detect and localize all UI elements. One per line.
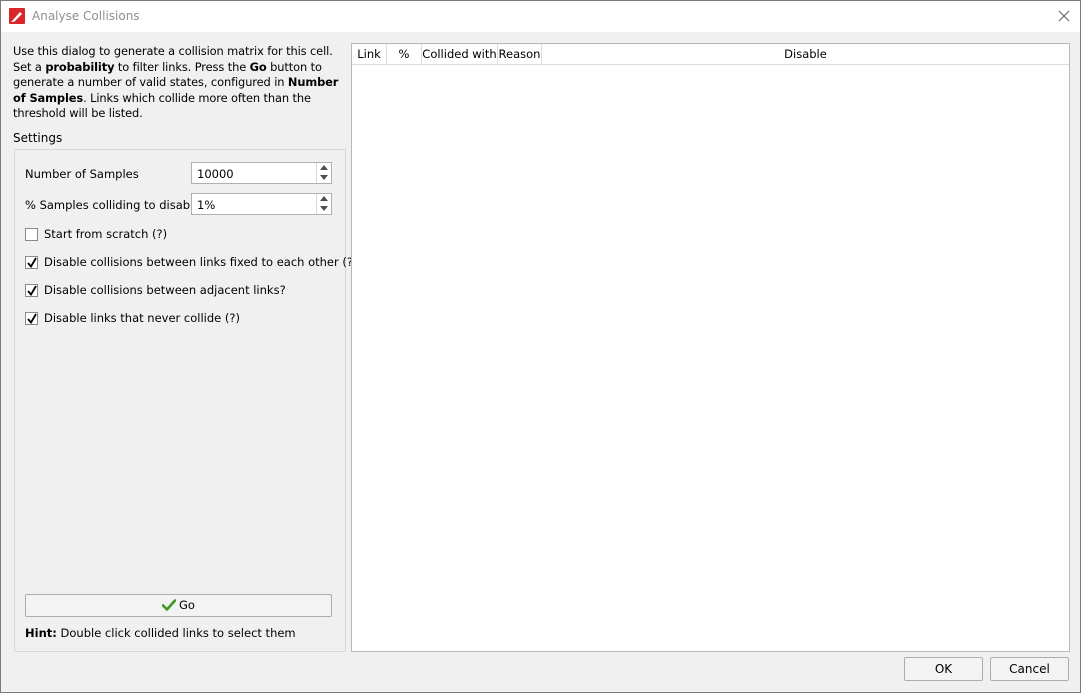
arrow-down-icon: [320, 206, 328, 211]
arrow-up-icon: [320, 165, 328, 170]
green-check-icon: [162, 599, 177, 611]
disable-never-collide-label: Disable links that never collide (?): [44, 311, 240, 325]
checkmark-icon: [27, 313, 37, 324]
column-header-reason[interactable]: Reason: [498, 44, 542, 64]
column-header-percent[interactable]: %: [387, 44, 422, 64]
number-of-samples-spinbox[interactable]: 10000: [191, 162, 332, 184]
column-header-collided-with[interactable]: Collided with: [422, 44, 498, 64]
window-title: Analyse Collisions: [32, 9, 140, 23]
arrow-up-icon: [320, 196, 328, 201]
percent-samples-value[interactable]: 1%: [197, 198, 215, 212]
close-icon: [1058, 10, 1070, 22]
go-button-content: Go: [26, 598, 331, 612]
go-button-label: Go: [179, 598, 195, 612]
close-button[interactable]: [1050, 1, 1080, 31]
disable-fixed-links-checkbox[interactable]: [25, 256, 38, 269]
column-header-link[interactable]: Link: [352, 44, 387, 64]
app-logo-icon: [9, 8, 25, 24]
number-of-samples-label: Number of Samples: [25, 167, 139, 181]
ok-button[interactable]: OK: [904, 657, 983, 681]
start-from-scratch-label: Start from scratch (?): [44, 227, 168, 241]
disable-never-collide-checkbox[interactable]: [25, 312, 38, 325]
cancel-button[interactable]: Cancel: [990, 657, 1069, 681]
spin-buttons: [316, 163, 331, 183]
spin-buttons: [316, 194, 331, 214]
arrow-down-icon: [320, 175, 328, 180]
percent-samples-spinbox[interactable]: 1%: [191, 193, 332, 215]
disable-adjacent-links-label: Disable collisions between adjacent link…: [44, 283, 286, 297]
hint-text: Hint: Double click collided links to sel…: [25, 626, 296, 640]
title-bar[interactable]: Analyse Collisions: [1, 1, 1080, 32]
disable-adjacent-links-checkbox[interactable]: [25, 284, 38, 297]
analyse-collisions-dialog: Analyse Collisions Use this dialog to ge…: [0, 0, 1081, 693]
spin-down-button[interactable]: [317, 204, 331, 214]
start-from-scratch-checkbox[interactable]: [25, 228, 38, 241]
settings-group: Number of Samples 10000 % Samples collid…: [14, 149, 357, 652]
checkmark-icon: [27, 285, 37, 296]
settings-heading: Settings: [13, 131, 63, 145]
spin-down-button[interactable]: [317, 173, 331, 183]
disable-fixed-links-label: Disable collisions between links fixed t…: [44, 255, 358, 269]
collision-table[interactable]: Link % Collided with Reason Disable: [351, 43, 1070, 652]
checkmark-icon: [27, 257, 37, 268]
spin-up-button[interactable]: [317, 163, 331, 173]
column-header-disable[interactable]: Disable: [542, 44, 1069, 64]
go-button[interactable]: Go: [25, 594, 332, 617]
percent-samples-label: % Samples colliding to disable: [25, 198, 201, 212]
table-header: Link % Collided with Reason Disable: [352, 44, 1069, 65]
spin-up-button[interactable]: [317, 194, 331, 204]
number-of-samples-value[interactable]: 10000: [197, 167, 234, 181]
description-text: Use this dialog to generate a collision …: [13, 44, 339, 120]
